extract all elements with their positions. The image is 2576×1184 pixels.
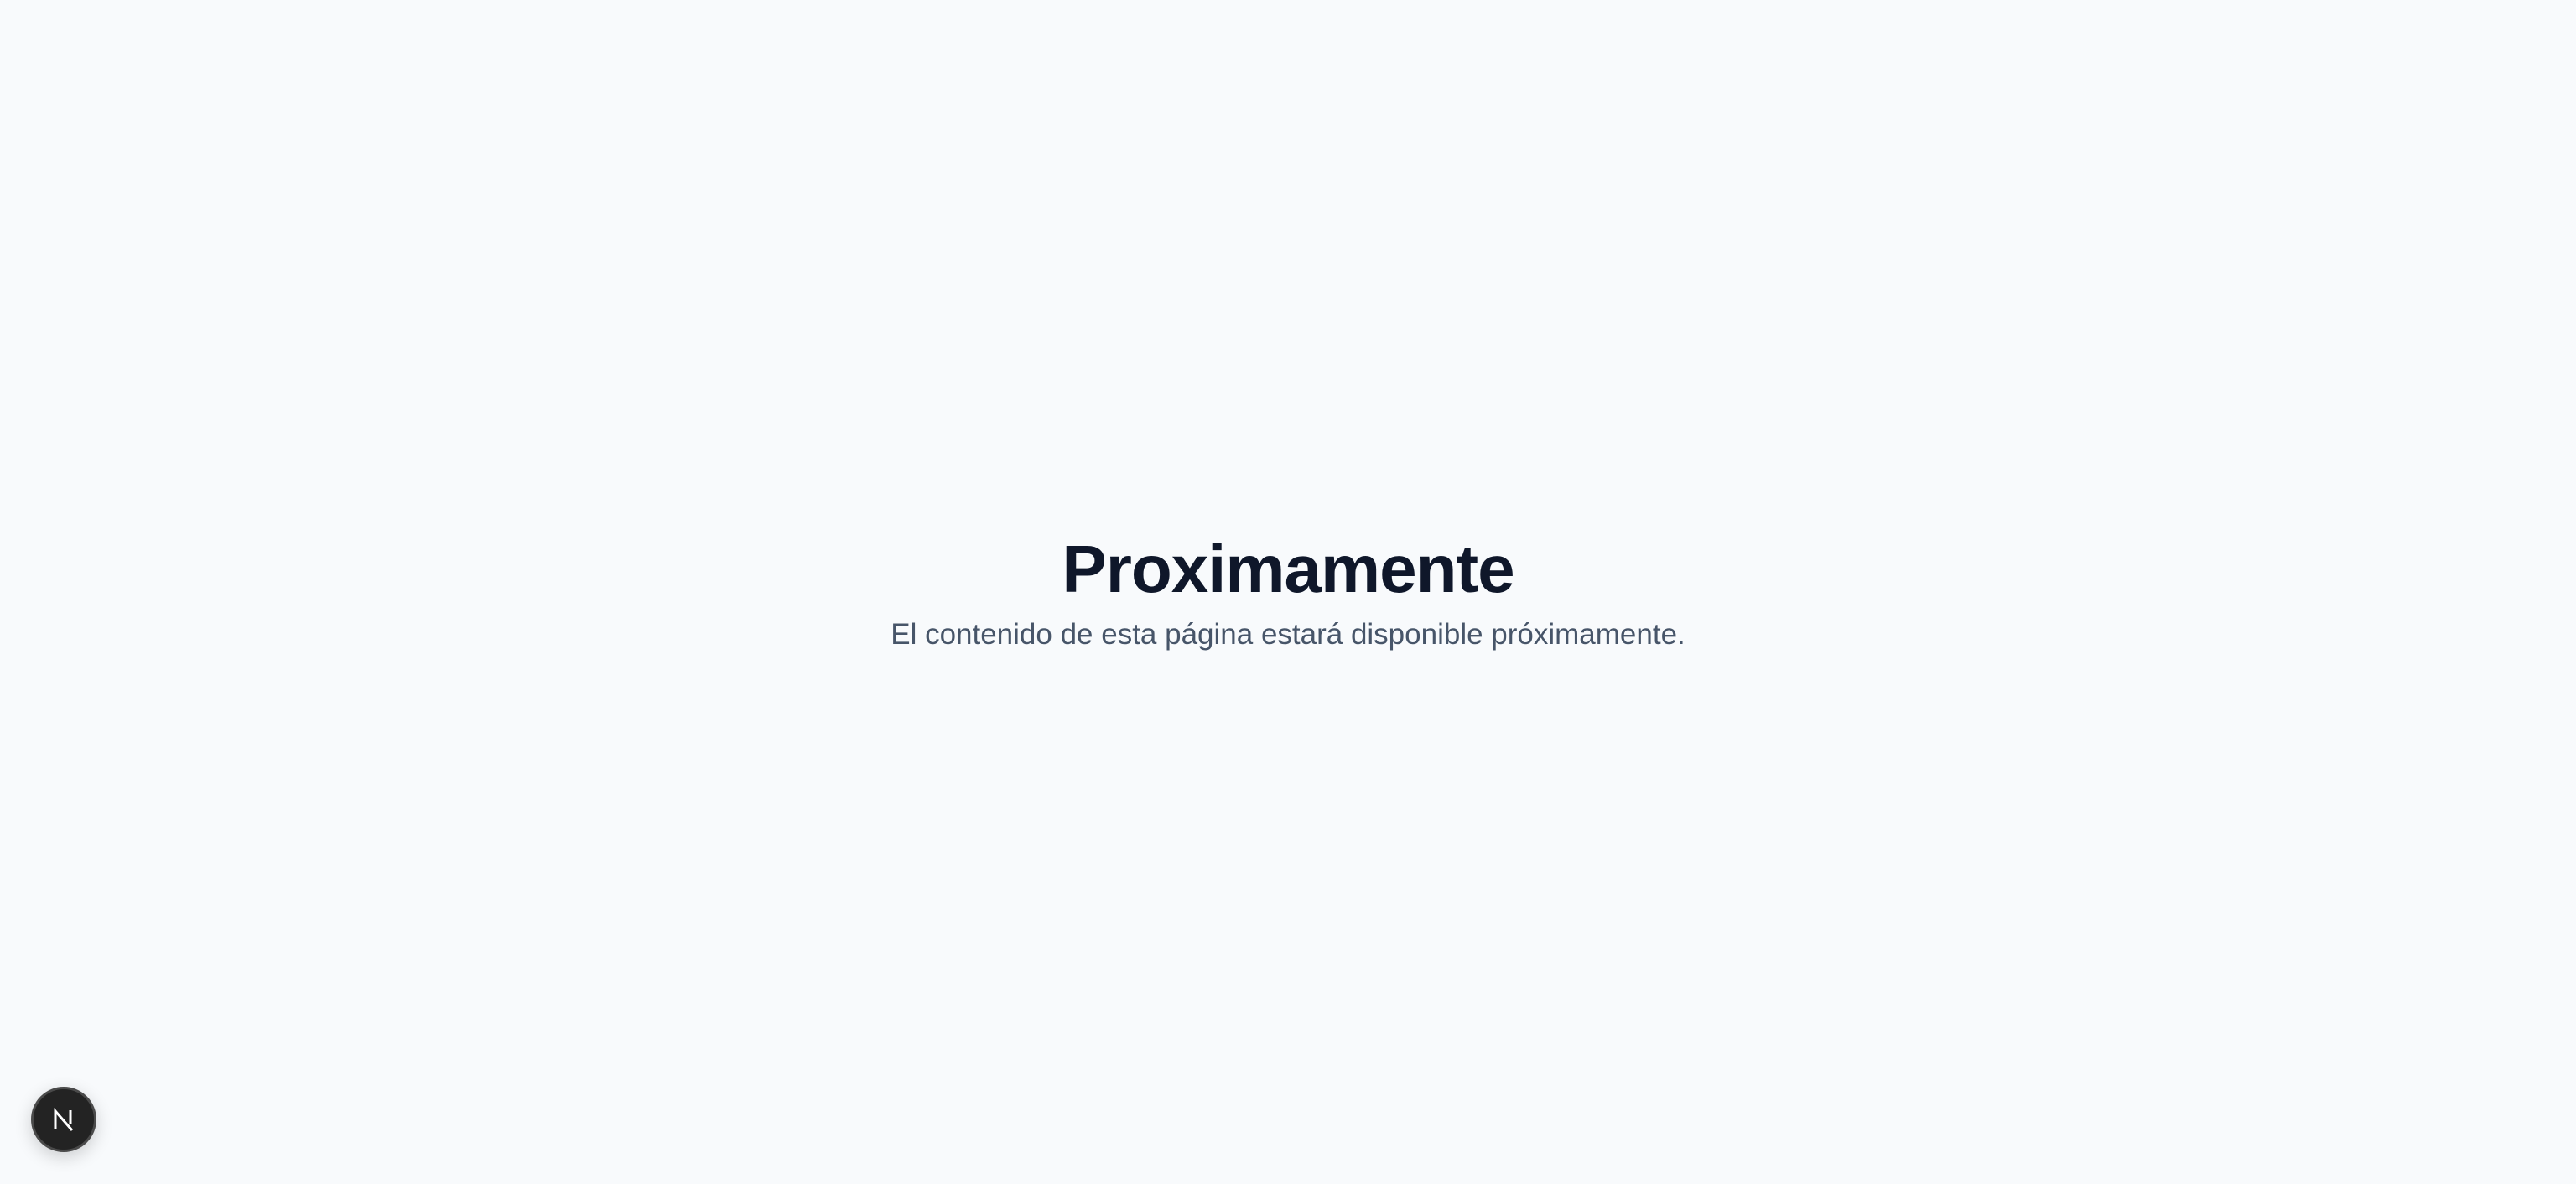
nextjs-logo-icon bbox=[49, 1105, 78, 1134]
page: Proximamente El contenido de esta página… bbox=[0, 0, 2576, 1184]
page-title: Proximamente bbox=[1062, 532, 1514, 606]
coming-soon-section: Proximamente El contenido de esta página… bbox=[0, 525, 2576, 656]
nextjs-dev-indicator-button[interactable] bbox=[31, 1087, 96, 1152]
page-subtitle: El contenido de esta página estará dispo… bbox=[891, 618, 1685, 651]
